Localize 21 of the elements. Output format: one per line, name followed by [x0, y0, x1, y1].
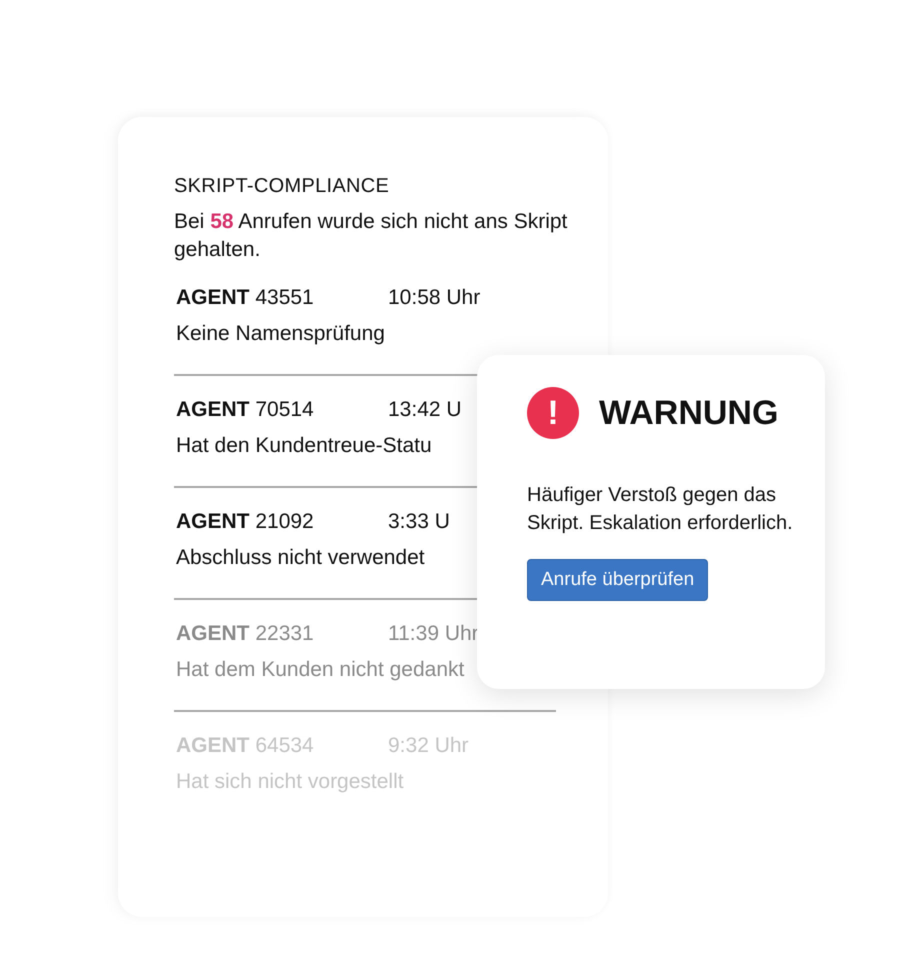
issue-text: Keine Namensprüfung — [176, 322, 386, 346]
issue-text: Abschluss nicht verwendet — [176, 546, 426, 570]
agent-id: AGENT 21092 — [176, 510, 315, 534]
issue-text: Hat sich nicht vorgestellt — [176, 770, 405, 794]
agent-id: AGENT 43551 — [176, 286, 315, 310]
issue-text: Hat dem Kunden nicht gedankt — [176, 658, 466, 682]
warning-title: WARNUNG — [599, 394, 778, 432]
agent-id: AGENT 64534 — [176, 734, 315, 758]
agent-id: AGENT 70514 — [176, 398, 315, 422]
call-time: 11:39 Uhr — [388, 622, 479, 646]
summary-text: Bei 58 Anrufen wurde sich nicht ans Skript gehalten. — [174, 209, 568, 263]
warning-message: Häufiger Verstoß gegen das Skript. Eskalation erforderlich. — [527, 483, 794, 536]
call-time: 10:58 Uhr — [388, 286, 480, 310]
issue-text: Hat den Kundentreue-Statu — [176, 434, 433, 458]
call-time: 13:42 U — [388, 398, 462, 422]
warning-icon: ! — [527, 387, 579, 439]
card-title: SKRIPT-COMPLIANCE — [174, 175, 390, 198]
review-calls-button[interactable]: Anrufe überprüfen — [527, 559, 708, 601]
call-time: 9:32 Uhr — [388, 734, 469, 758]
call-time: 3:33 U — [388, 510, 450, 534]
agent-id: AGENT 22331 — [176, 622, 315, 646]
